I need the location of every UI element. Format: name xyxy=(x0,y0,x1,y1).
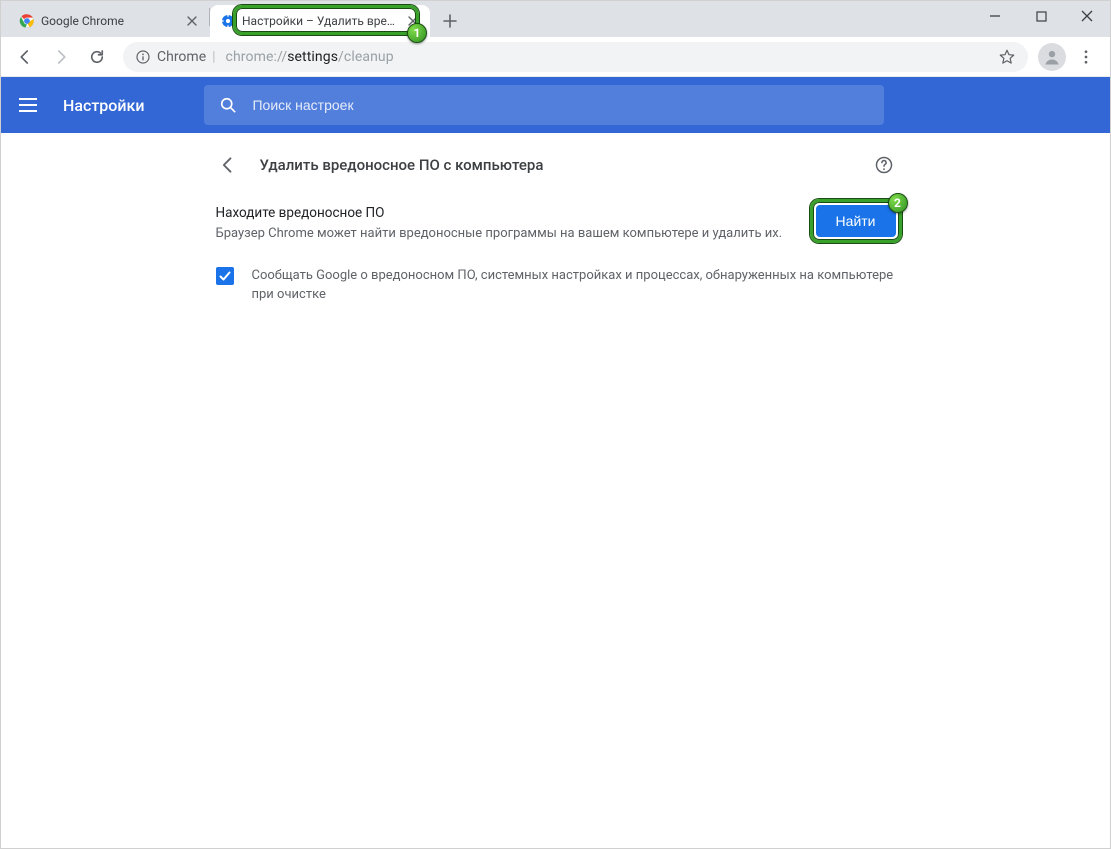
close-window-button[interactable] xyxy=(1064,1,1110,31)
kebab-menu-icon[interactable] xyxy=(1070,41,1102,73)
browser-toolbar: Chrome | chrome://settings/cleanup 1 xyxy=(1,37,1110,77)
back-button[interactable] xyxy=(9,41,41,73)
settings-search-input[interactable] xyxy=(252,97,870,113)
maximize-button[interactable] xyxy=(1018,1,1064,31)
tab-google-chrome[interactable]: Google Chrome xyxy=(9,5,209,37)
report-checkbox-row: Сообщать Google о вредоносном ПО, систем… xyxy=(216,252,896,305)
tab-title: Настройки – Удалить вредоносное ПО xyxy=(242,14,400,28)
tab-title: Google Chrome xyxy=(41,14,179,28)
annotation-badge-2: 2 xyxy=(888,193,908,213)
back-arrow-icon[interactable] xyxy=(216,153,240,177)
settings-gear-icon xyxy=(220,13,236,29)
url-text: chrome://settings/cleanup xyxy=(226,49,394,65)
help-icon[interactable] xyxy=(872,153,896,177)
forward-button[interactable] xyxy=(45,41,77,73)
close-icon[interactable] xyxy=(185,14,199,28)
site-label: Chrome xyxy=(157,49,206,65)
report-checkbox[interactable] xyxy=(216,267,234,285)
site-identity[interactable]: Chrome | xyxy=(135,49,216,65)
new-tab-button[interactable] xyxy=(436,7,464,35)
row-title: Находите вредоносное ПО xyxy=(216,205,796,221)
find-button[interactable]: Найти xyxy=(816,205,896,237)
menu-icon[interactable] xyxy=(19,93,43,117)
row-description: Браузер Chrome может найти вредоносные п… xyxy=(216,225,796,244)
find-malware-row: Находите вредоносное ПО Браузер Chrome м… xyxy=(216,197,896,252)
settings-title: Настройки xyxy=(63,96,144,115)
section-title: Удалить вредоносное ПО с компьютера xyxy=(260,156,852,174)
minimize-button[interactable] xyxy=(972,1,1018,31)
info-icon xyxy=(135,49,151,65)
bookmark-star-icon[interactable] xyxy=(998,48,1016,66)
settings-content: Удалить вредоносное ПО с компьютера Нахо… xyxy=(1,133,1110,848)
settings-search[interactable] xyxy=(204,85,884,125)
address-bar[interactable]: Chrome | chrome://settings/cleanup xyxy=(123,42,1028,72)
tab-strip: Google Chrome Настройки – Удалить вредон… xyxy=(9,1,464,37)
titlebar: Google Chrome Настройки – Удалить вредон… xyxy=(1,1,1110,37)
section-header: Удалить вредоносное ПО с компьютера xyxy=(216,133,896,197)
profile-avatar[interactable] xyxy=(1038,43,1066,71)
search-icon xyxy=(218,95,238,115)
reload-button[interactable] xyxy=(81,41,113,73)
annotation-badge-1: 1 xyxy=(407,23,427,43)
settings-header: Настройки xyxy=(1,77,1110,133)
tab-settings-cleanup[interactable]: Настройки – Удалить вредоносное ПО xyxy=(210,5,430,37)
report-checkbox-label: Сообщать Google о вредоносном ПО, систем… xyxy=(252,266,896,305)
chrome-logo-icon xyxy=(19,13,35,29)
window-controls xyxy=(972,1,1110,31)
